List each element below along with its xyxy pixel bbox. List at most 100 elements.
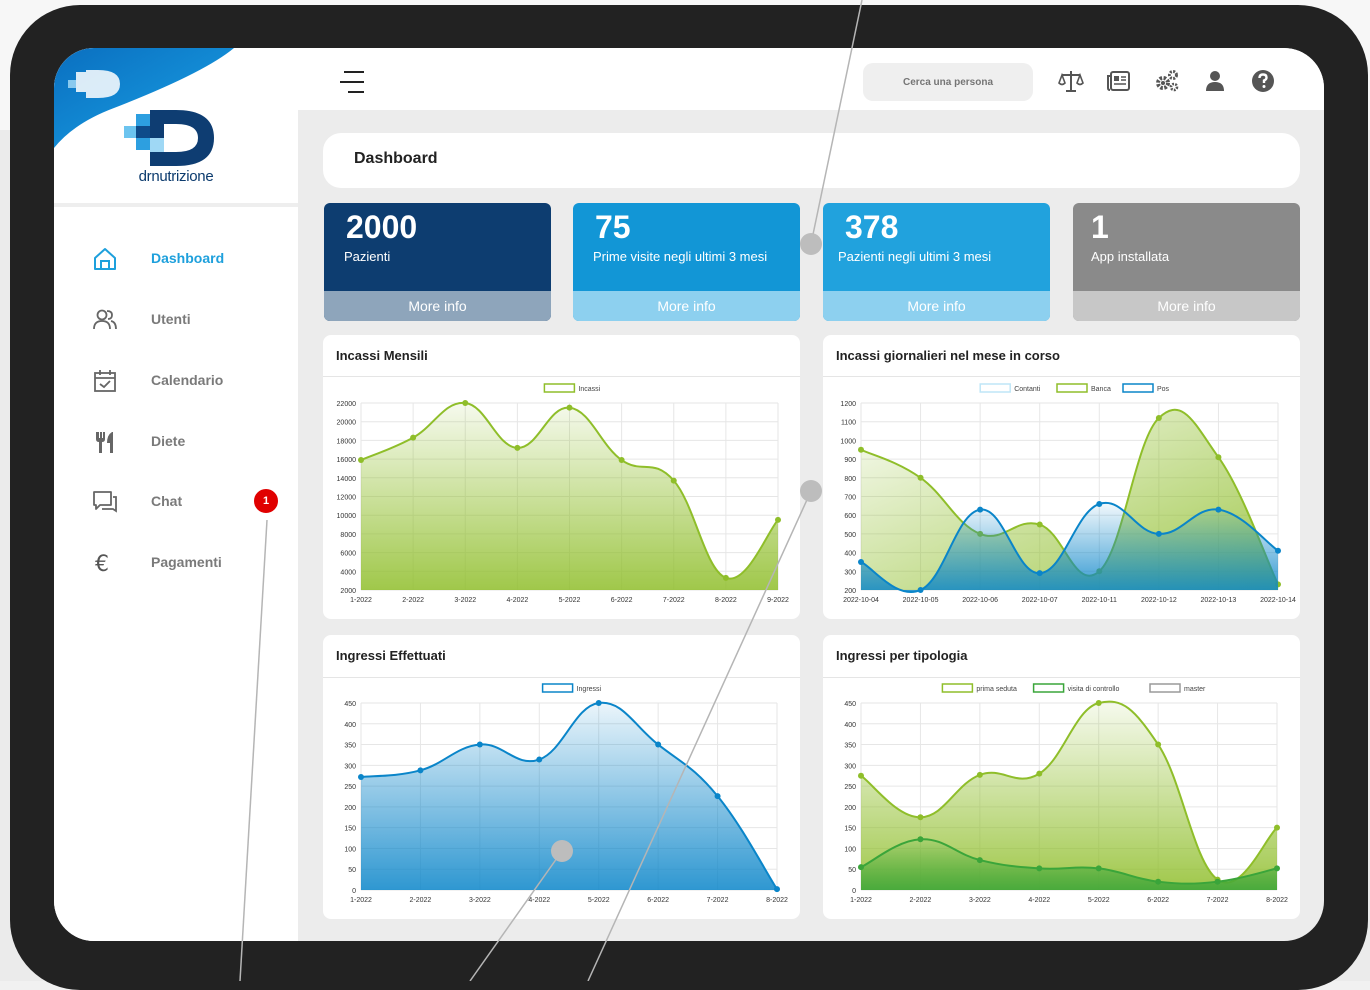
panel-title: Incassi giornalieri nel mese in corso (836, 348, 1060, 363)
menu-icon[interactable] (338, 70, 366, 94)
data-point (1095, 700, 1102, 706)
legend-label: master (1184, 686, 1206, 693)
y-tick-label: 10000 (337, 513, 357, 520)
data-point (1036, 865, 1043, 872)
legend-swatch (1032, 683, 1065, 693)
sidebar: drnutrizione Dashboard Utenti Calendario… (54, 48, 298, 941)
data-point (1274, 824, 1280, 831)
topbar (298, 48, 1324, 110)
data-point (917, 474, 924, 481)
page-title: Dashboard (354, 150, 438, 167)
user-icon[interactable] (1202, 68, 1228, 94)
sidebar-item-label: Diete (151, 433, 186, 449)
data-point (917, 814, 924, 821)
legend-swatch (941, 683, 974, 693)
stat-value: 75 (595, 209, 631, 245)
x-tick-label: 6-2022 (1147, 897, 1169, 904)
divider (54, 203, 298, 207)
x-tick-label: 8-2022 (1266, 897, 1288, 904)
data-point (1215, 454, 1222, 461)
sidebar-item-dashboard[interactable]: Dashboard (54, 238, 298, 278)
stat-card-pazienti-3-mesi: 378 Pazienti negli ultimi 3 mesi More in… (823, 203, 1050, 321)
more-info-link[interactable]: More info (823, 291, 1050, 321)
data-point (1036, 521, 1043, 528)
more-info-link[interactable]: More info (324, 291, 551, 321)
y-tick-label: 6000 (340, 551, 356, 558)
newspaper-icon[interactable] (1106, 68, 1132, 94)
x-tick-label: 2022-10-12 (1141, 597, 1177, 604)
help-icon[interactable] (1250, 68, 1276, 94)
sidebar-item-chat[interactable]: Chat 1 (54, 481, 298, 521)
data-point (462, 400, 469, 406)
data-point (774, 886, 780, 893)
x-tick-label: 4-2022 (528, 897, 550, 904)
app-screen: drnutrizione Dashboard Utenti Calendario… (54, 48, 1324, 941)
legend-swatch (1056, 383, 1088, 393)
legend-label: Pos (1157, 386, 1170, 393)
x-tick-label: 8-2022 (715, 597, 737, 604)
data-point (358, 457, 364, 464)
chart-panel-ingressi-effettuati: Ingressi Effettuati 0 50 100 150 200 250 300 35… (323, 635, 800, 919)
y-tick-label: 16000 (337, 457, 357, 464)
sidebar-item-diete[interactable]: Diete (54, 421, 298, 461)
x-tick-label: 1-2022 (350, 597, 372, 604)
legend-swatch (541, 683, 574, 693)
sidebar-item-label: Dashboard (151, 250, 225, 266)
data-point (417, 767, 424, 774)
data-point (1036, 570, 1043, 577)
y-tick-label: 450 (344, 701, 356, 708)
stat-label: Prime visite negli ultimi 3 mesi (593, 249, 768, 264)
data-point (976, 857, 983, 864)
data-point (858, 864, 864, 871)
sidebar-item-label: Pagamenti (151, 554, 222, 570)
more-info-link[interactable]: More info (1073, 291, 1300, 321)
data-point (595, 700, 602, 706)
chart-panel-ingressi-tipologia: Ingressi per tipologia 0 50 100 150 200 250 30… (823, 635, 1300, 919)
data-point (514, 444, 521, 451)
y-tick-label: 900 (844, 457, 856, 464)
data-point (858, 446, 864, 453)
legend-label: Incassi (578, 386, 600, 393)
stat-value: 378 (845, 209, 899, 245)
sidebar-item-pagamenti[interactable]: € Pagamenti (54, 542, 298, 582)
data-point (618, 457, 625, 464)
y-tick-label: 300 (344, 763, 356, 770)
x-tick-label: 2022-10-13 (1201, 597, 1237, 604)
panel-title: Ingressi per tipologia (836, 648, 968, 663)
gears-icon[interactable] (1154, 68, 1180, 94)
more-info-link[interactable]: More info (573, 291, 800, 321)
scale-icon[interactable] (1058, 68, 1084, 94)
fork-knife-icon (96, 432, 113, 453)
x-tick-label: 2022-10-11 (1082, 597, 1117, 604)
data-point (1095, 865, 1102, 872)
x-tick-label: 3-2022 (969, 897, 991, 904)
y-tick-label: 700 (844, 495, 856, 502)
y-tick-label: 50 (848, 867, 856, 874)
sidebar-item-calendario[interactable]: Calendario (54, 360, 298, 400)
data-point (670, 477, 677, 484)
data-point (714, 793, 721, 800)
sidebar-item-label: Chat (151, 493, 183, 509)
panel-title: Ingressi Effettuati (336, 648, 446, 663)
y-tick-label: 2000 (340, 588, 356, 595)
y-tick-label: 4000 (340, 569, 356, 576)
y-tick-label: 300 (844, 569, 856, 576)
y-tick-label: 800 (844, 476, 856, 483)
stat-card-prime-visite: 75 Prime visite negli ultimi 3 mesi More… (573, 203, 800, 321)
sidebar-item-utenti[interactable]: Utenti (54, 299, 298, 339)
legend-label: Ingressi (577, 686, 602, 693)
stat-label: Pazienti negli ultimi 3 mesi (838, 249, 992, 264)
y-tick-label: 600 (844, 513, 856, 520)
data-point (1155, 530, 1162, 537)
data-point (1275, 547, 1281, 554)
data-point (1155, 878, 1162, 885)
y-tick-label: 500 (844, 532, 856, 539)
data-point (858, 772, 864, 779)
y-tick-label: 14000 (337, 476, 357, 483)
y-tick-label: 100 (844, 846, 856, 853)
y-tick-label: 1000 (840, 438, 856, 445)
chart-incassi-giornalieri: 200 300 400 500 600 700 800 900 1000 1100 1200 2022… (840, 383, 1296, 604)
x-tick-label: 7-2022 (1207, 897, 1229, 904)
stat-card-app-installata: 1 App installata More info (1073, 203, 1300, 321)
search-input[interactable] (863, 63, 1033, 101)
